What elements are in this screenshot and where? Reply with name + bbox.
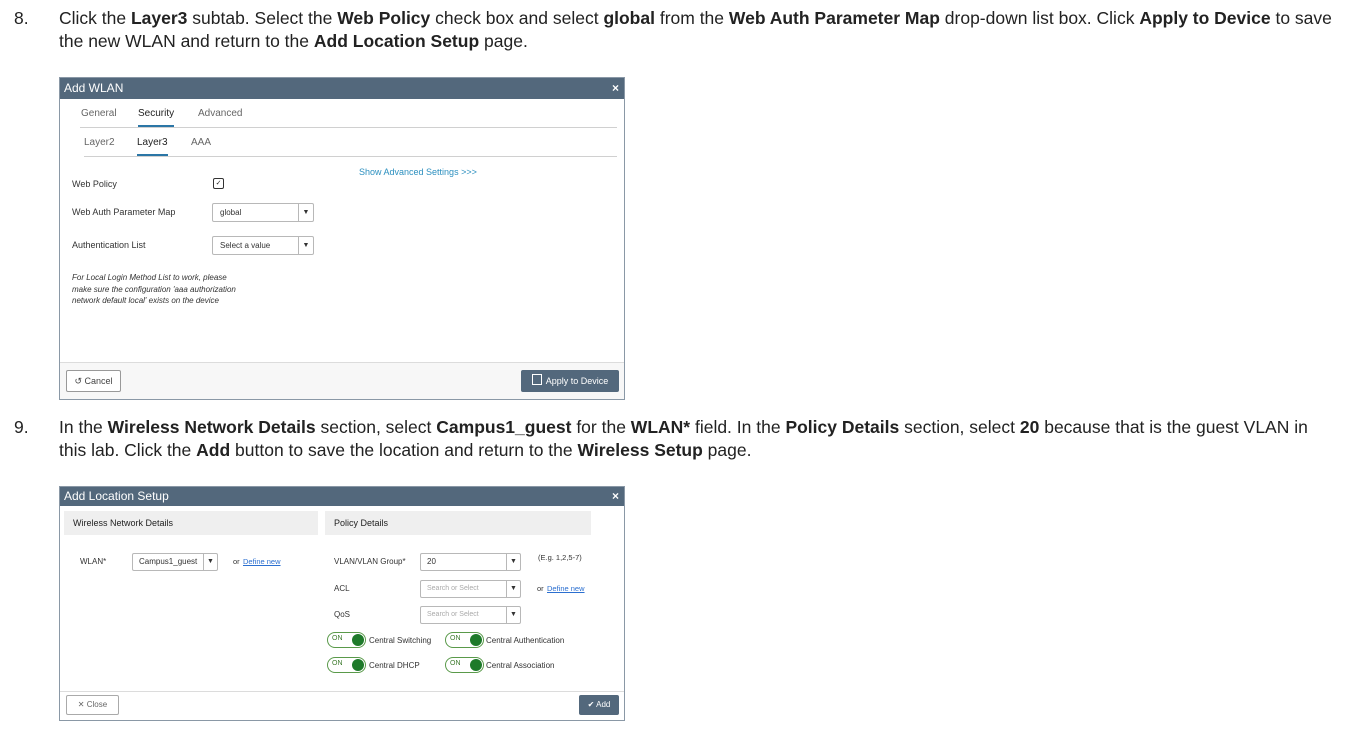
step-number: 9. — [14, 417, 29, 437]
wlan-select[interactable]: Campus1_guest ▼ — [132, 553, 218, 571]
close-button[interactable]: ✕ Close — [66, 695, 119, 715]
close-icon[interactable]: × — [612, 487, 619, 506]
tab-security[interactable]: Security — [138, 108, 175, 127]
add-button[interactable]: ✔ Add — [579, 695, 619, 715]
close-icon: ✕ — [77, 700, 85, 709]
dialog-footer: ↺ Cancel Apply to Device — [60, 362, 624, 399]
add-wlan-dialog: Add WLAN × General Security Advanced Lay… — [59, 77, 625, 400]
vlan-group-label: VLAN/VLAN Group* — [334, 557, 406, 566]
central-authentication-label: Central Authentication — [486, 636, 565, 645]
define-new-acl-link[interactable]: Define new — [547, 584, 585, 593]
web-policy-checkbox[interactable]: ✓ — [213, 178, 224, 189]
local-login-note: For Local Login Method List to work, ple… — [72, 272, 236, 307]
dialog-title-bar: Add Location Setup × — [60, 487, 624, 506]
select-value: 20 — [427, 557, 436, 566]
undo-icon: ↺ — [74, 376, 82, 386]
authentication-list-label: Authentication List — [72, 240, 146, 250]
acl-select[interactable]: Search or Select ▼ — [420, 580, 521, 598]
select-value: Select a value — [220, 241, 271, 250]
web-auth-parameter-map-select[interactable]: global ▼ — [212, 203, 314, 222]
cancel-label: Cancel — [84, 376, 113, 386]
step-text: In the Wireless Network Details section,… — [59, 417, 1308, 460]
note-line: For Local Login Method List to work, ple… — [72, 273, 227, 282]
cancel-button[interactable]: ↺ Cancel — [66, 370, 121, 392]
central-switching-label: Central Switching — [369, 636, 432, 645]
toggle-state: ON — [450, 635, 461, 642]
chevron-down-icon: ▼ — [298, 204, 313, 221]
sub-tabs: Layer2 Layer3 AAA — [84, 128, 617, 157]
main-tabs: General Security Advanced — [80, 99, 617, 128]
dialog-footer: ✕ Close ✔ Add — [60, 691, 624, 720]
dialog-title: Add WLAN — [64, 81, 124, 95]
central-authentication-toggle[interactable]: ON — [445, 632, 484, 648]
central-dhcp-toggle[interactable]: ON — [327, 657, 366, 673]
qos-label: QoS — [334, 610, 351, 619]
subtab-layer2[interactable]: Layer2 — [84, 137, 115, 148]
select-placeholder: Search or Select — [427, 611, 479, 618]
save-icon — [531, 374, 542, 385]
qos-select[interactable]: Search or Select ▼ — [420, 606, 521, 624]
select-value: global — [220, 208, 242, 217]
select-placeholder: Search or Select — [427, 585, 479, 592]
toggle-knob — [470, 659, 482, 671]
show-advanced-settings-link[interactable]: Show Advanced Settings >>> — [359, 167, 477, 177]
section-title: Wireless Network Details — [73, 518, 174, 528]
note-line: make sure the configuration 'aaa authori… — [72, 284, 236, 294]
add-location-setup-dialog: Add Location Setup × Wireless Network De… — [59, 486, 625, 721]
section-title: Policy Details — [334, 518, 389, 528]
toggle-knob — [470, 634, 482, 646]
close-icon[interactable]: × — [612, 78, 619, 99]
or-text: or — [233, 557, 240, 566]
web-auth-parameter-map-label: Web Auth Parameter Map — [72, 207, 176, 217]
vlan-hint: (E.g. 1,2,5-7) — [538, 553, 582, 562]
dialog-title: Add Location Setup — [64, 489, 169, 503]
toggle-state: ON — [450, 660, 461, 667]
toggle-state: ON — [332, 635, 343, 642]
central-dhcp-label: Central DHCP — [369, 661, 420, 670]
close-label: Close — [86, 700, 108, 709]
tab-general[interactable]: General — [81, 108, 117, 119]
note-line: network default local' exists on the dev… — [72, 296, 219, 305]
chevron-down-icon: ▼ — [506, 607, 520, 623]
toggle-knob — [352, 659, 364, 671]
acl-label: ACL — [334, 584, 350, 593]
policy-details-header: Policy Details — [325, 511, 591, 535]
dialog-title-bar: Add WLAN × — [60, 78, 624, 99]
vlan-group-select[interactable]: 20 ▼ — [420, 553, 521, 571]
central-association-label: Central Association — [486, 661, 555, 670]
web-policy-label: Web Policy — [72, 179, 117, 189]
select-value: Campus1_guest — [139, 557, 198, 566]
tab-advanced[interactable]: Advanced — [198, 108, 242, 119]
authentication-list-select[interactable]: Select a value ▼ — [212, 236, 314, 255]
toggle-knob — [352, 634, 364, 646]
wireless-network-details-header: Wireless Network Details — [64, 511, 318, 535]
check-icon: ✔ — [587, 700, 595, 709]
toggle-state: ON — [332, 660, 343, 667]
or-text: or — [537, 584, 544, 593]
chevron-down-icon: ▼ — [506, 554, 520, 570]
step-text: Click the Layer3 subtab. Select the Web … — [59, 8, 1332, 51]
apply-to-device-button[interactable]: Apply to Device — [521, 370, 619, 392]
chevron-down-icon: ▼ — [506, 581, 520, 597]
subtab-layer3[interactable]: Layer3 — [137, 137, 168, 156]
wlan-label: WLAN* — [80, 557, 107, 566]
define-new-wlan-link[interactable]: Define new — [243, 557, 281, 566]
apply-label: Apply to Device — [545, 376, 609, 386]
chevron-down-icon: ▼ — [203, 554, 217, 570]
central-association-toggle[interactable]: ON — [445, 657, 484, 673]
central-switching-toggle[interactable]: ON — [327, 632, 366, 648]
step-number: 8. — [14, 8, 29, 28]
add-label: Add — [596, 700, 611, 709]
chevron-down-icon: ▼ — [298, 237, 313, 254]
subtab-aaa[interactable]: AAA — [191, 137, 211, 148]
